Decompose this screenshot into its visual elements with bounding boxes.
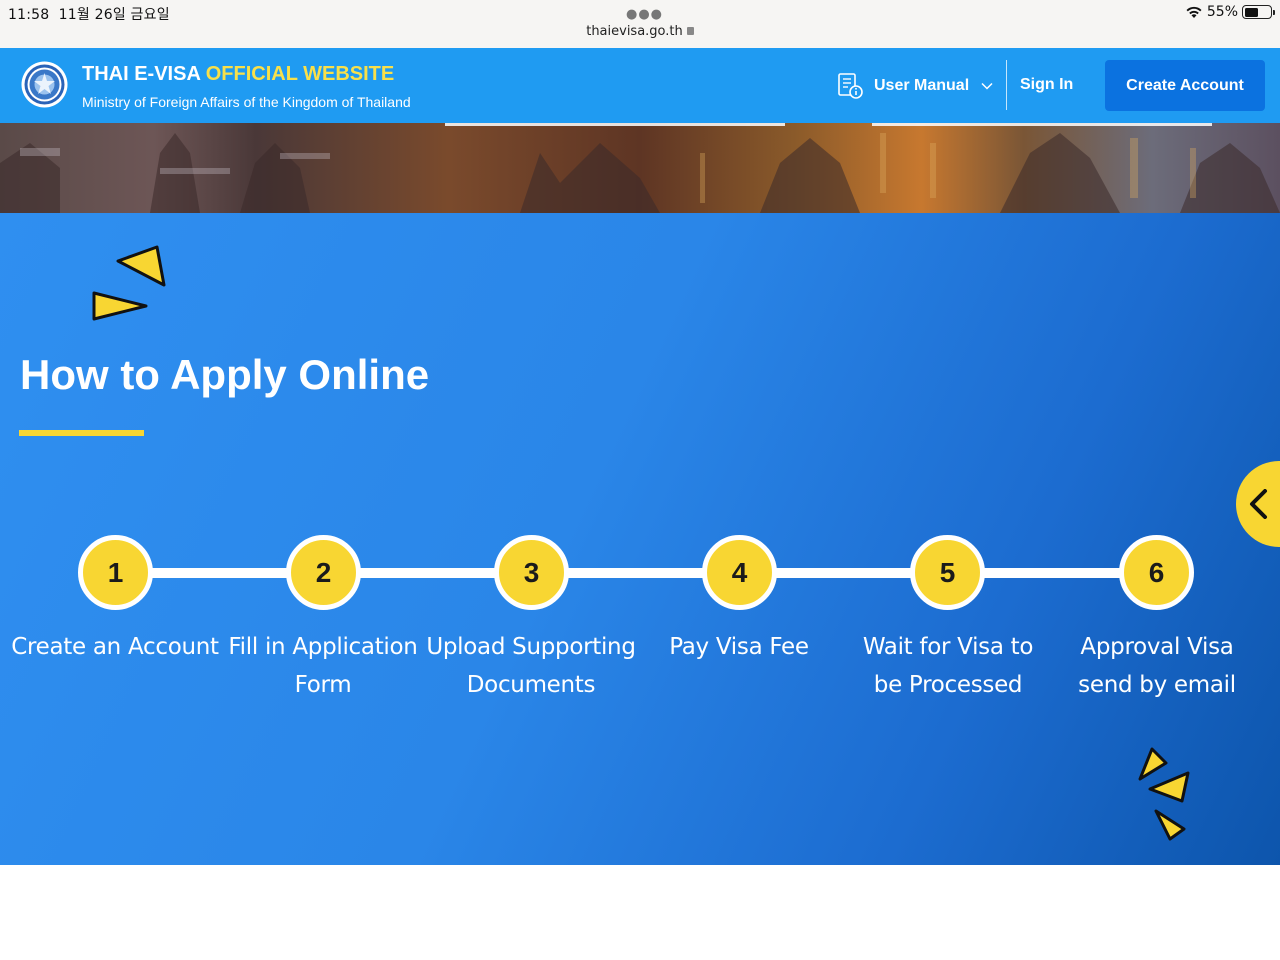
nav-divider: [1006, 60, 1007, 110]
site-title[interactable]: THAI E-VISA OFFICIAL WEBSITE: [82, 63, 394, 86]
step-5-number: 5: [910, 535, 985, 610]
step-1-number: 1: [78, 535, 153, 610]
status-indicators: 55%: [1185, 4, 1275, 20]
step-3-number: 3: [494, 535, 569, 610]
wifi-icon: [1186, 6, 1202, 18]
step-3-label: Upload Supporting Documents: [426, 634, 636, 698]
site-header: THAI E-VISA OFFICIAL WEBSITE Ministry of…: [0, 48, 1280, 123]
step-2-number: 2: [286, 535, 361, 610]
step-4-label: Pay Visa Fee: [669, 634, 809, 660]
user-manual-label: User Manual: [874, 77, 970, 94]
user-manual-menu[interactable]: User Manual: [836, 72, 993, 100]
step-6-label: Approval Visa send by email: [1078, 634, 1236, 698]
url-text: thaievisa.go.th: [586, 24, 683, 39]
sparkle-decoration-icon: [1138, 747, 1190, 841]
browser-status-bar: 11:58 11월 26일 금요일 ●●● thaievisa.go.th 55…: [0, 0, 1280, 48]
site-subtitle: Ministry of Foreign Affairs of the Kingd…: [82, 94, 411, 110]
document-info-icon: [838, 73, 863, 99]
how-to-apply-section: How to Apply Online 1 2 3 4 5 6 Create a…: [0, 213, 1280, 865]
sparkle-decoration-icon: [92, 245, 166, 321]
hero-temple-photo: [0, 123, 1280, 213]
battery-icon: [1242, 5, 1275, 19]
chevron-down-icon: [981, 82, 993, 90]
battery-percent: 55%: [1206, 4, 1238, 20]
chevron-left-icon: [1250, 489, 1267, 519]
create-account-button[interactable]: Create Account: [1105, 60, 1265, 111]
step-2-label: Fill in Application Form: [228, 634, 418, 698]
section-title: How to Apply Online: [20, 351, 430, 398]
step-6-number: 6: [1119, 535, 1194, 610]
title-underline: [19, 430, 144, 436]
steps-timeline-line: [115, 568, 1157, 578]
step-5-label: Wait for Visa to be Processed: [862, 634, 1034, 698]
step-1-label: Create an Account: [11, 634, 219, 660]
status-time: 11:58 11월 26일 금요일: [8, 7, 170, 23]
lock-icon: [686, 27, 694, 35]
step-4-number: 4: [702, 535, 777, 610]
ministry-seal-logo[interactable]: [20, 60, 69, 109]
browser-menu-dots[interactable]: ●●●: [626, 7, 663, 22]
sign-in-link[interactable]: Sign In: [1020, 76, 1073, 94]
address-bar[interactable]: thaievisa.go.th: [0, 24, 1280, 39]
